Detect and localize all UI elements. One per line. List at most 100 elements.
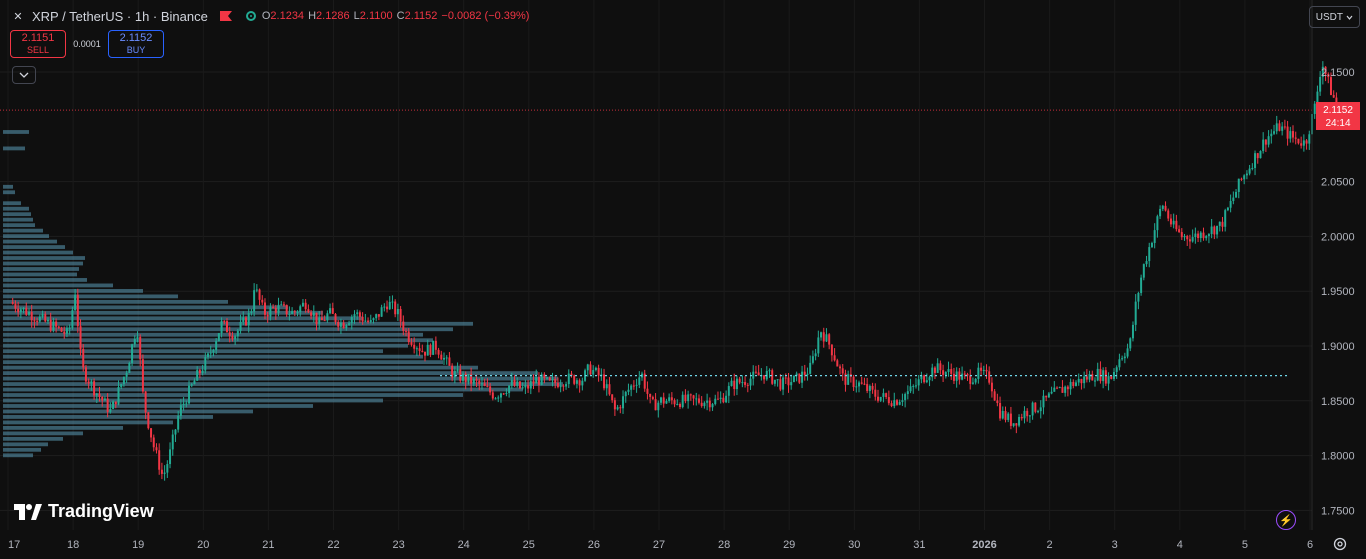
lightning-icon[interactable]: ⚡ [1276, 510, 1296, 530]
x-tick-label: 25 [523, 539, 535, 551]
volume-profile-bar [3, 190, 15, 195]
candle-body [209, 352, 212, 354]
price-axis[interactable]: 2.1500 2.0500 2.0000 1.9500 1.9000 1.8500 1.80… [1311, 0, 1355, 530]
candle-body [494, 398, 497, 400]
candle-body [787, 377, 790, 386]
candle-body [814, 353, 817, 357]
candle-body [1034, 402, 1037, 412]
buy-price: 2.1152 [119, 32, 153, 44]
candle-body [695, 398, 698, 400]
candle-body [139, 336, 142, 360]
candle-body [46, 319, 49, 322]
candle-body [548, 377, 551, 381]
spread-value: 0.0001 [73, 39, 101, 49]
candle-body [1102, 370, 1105, 382]
candle-body [1226, 207, 1229, 211]
candle-body [638, 377, 641, 385]
candle-body [1251, 167, 1254, 169]
candle-body [825, 334, 828, 342]
volume-profile-bar [3, 343, 408, 348]
candle-body [1042, 395, 1045, 408]
price-chart[interactable]: 2.1500 2.0500 2.0000 1.9500 1.9000 1.8500 1.80… [0, 0, 1366, 559]
candle-body [95, 393, 98, 396]
volume-profile-bar [3, 223, 35, 228]
high-value: 2.1286 [316, 10, 350, 22]
volume-profile-bar [3, 283, 113, 288]
candle-body [1012, 423, 1015, 426]
candle-body [250, 311, 253, 314]
y-tick-label: 1.8500 [1321, 396, 1355, 408]
candle-body [253, 290, 256, 312]
candle-body [1289, 131, 1292, 139]
candle-body [980, 367, 983, 371]
candle-body [779, 379, 782, 390]
candle-body [551, 379, 554, 381]
symbol-title[interactable]: XRP / TetherUS · 1h · Binance [32, 9, 208, 24]
y-tick-label: 1.9000 [1321, 341, 1355, 353]
candle-body [754, 371, 757, 373]
candle-body [1256, 153, 1259, 159]
candle-body [912, 386, 915, 388]
candle-body [803, 371, 806, 375]
x-tick-label: 6 [1307, 539, 1313, 551]
candle-body [879, 396, 882, 401]
candle-body [472, 378, 475, 384]
candle-body [906, 391, 909, 395]
candle-body [1064, 386, 1067, 393]
candle-body [988, 371, 991, 383]
candle-body [1001, 410, 1004, 419]
time-axis[interactable]: 17 18 19 20 21 22 23 24 25 26 27 28 29 30 31 2026 2 3 4 5 6 [8, 539, 1313, 551]
volume-profile-bar [3, 212, 31, 217]
candle-body [285, 304, 288, 315]
collapse-legend-button[interactable] [12, 66, 36, 84]
currency-selector[interactable]: USDT [1308, 6, 1360, 28]
candle-body [942, 370, 945, 375]
candle-body [543, 374, 546, 379]
candle-body [1240, 178, 1243, 180]
candle-body [877, 396, 879, 401]
candle-body [866, 384, 869, 392]
candle-body [882, 393, 885, 397]
candle-body [266, 314, 269, 317]
candle-body [969, 375, 972, 384]
flag-icon[interactable] [219, 11, 232, 21]
candle-body [996, 400, 999, 404]
candle-body [483, 383, 486, 386]
candle-body [963, 373, 966, 375]
candle-body [434, 340, 437, 350]
buy-button[interactable]: 2.1152 BUY [108, 30, 164, 58]
candle-body [1023, 410, 1026, 419]
candle-body [155, 447, 158, 451]
close-label: C [396, 10, 405, 22]
candle-body [163, 472, 166, 474]
candle-body [971, 382, 974, 384]
candle-body [581, 380, 584, 386]
candle-body [315, 312, 318, 324]
candle-body [594, 367, 597, 371]
sell-button[interactable]: 2.1151 SELL [10, 30, 66, 58]
volume-profile-bar [3, 267, 79, 271]
candle-body [14, 303, 17, 309]
candle-body [79, 326, 82, 349]
candle-body [833, 355, 836, 361]
candle-body [226, 321, 228, 333]
candle-body [947, 369, 950, 372]
candle-body [1131, 324, 1134, 339]
candle-body [1094, 380, 1096, 382]
candle-body [87, 381, 90, 384]
candle-body [727, 386, 730, 396]
candle-body [977, 367, 980, 379]
candle-body [575, 380, 578, 384]
x-tick-label: 21 [262, 539, 274, 551]
candle-body [410, 342, 413, 345]
candle-body [1050, 391, 1053, 394]
gear-icon[interactable] [1332, 536, 1348, 552]
candle-body [429, 344, 432, 355]
candle-body [169, 449, 172, 465]
tradingview-logo[interactable]: TradingView [14, 501, 154, 522]
candle-body [1077, 378, 1080, 383]
candle-body [217, 333, 220, 342]
candle-body [565, 384, 568, 387]
candle-body [38, 316, 41, 322]
candle-body [299, 306, 302, 312]
